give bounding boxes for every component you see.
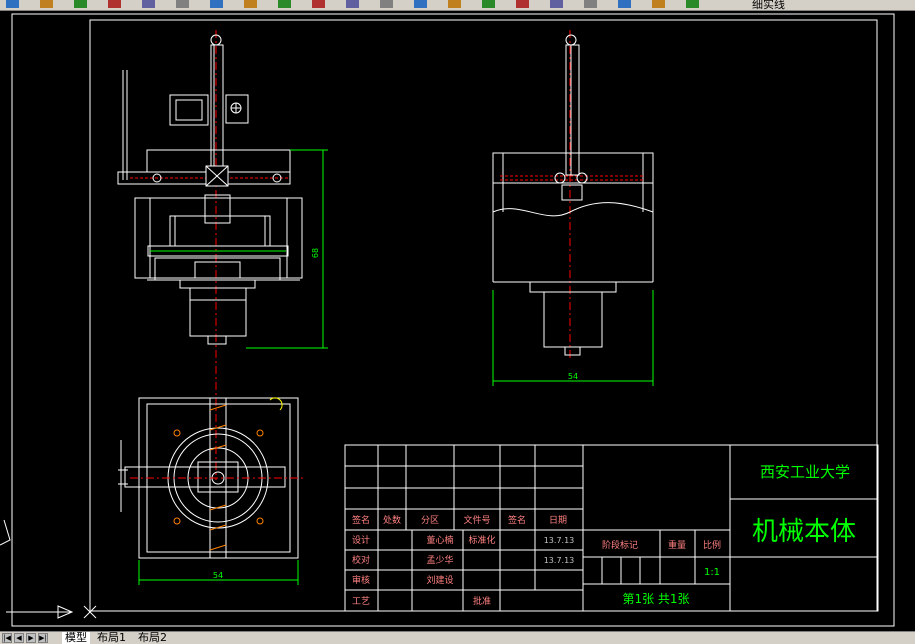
zoom-window-icon[interactable] (380, 0, 393, 8)
header-cell: 处数 (383, 514, 401, 526)
properties-icon[interactable] (448, 0, 461, 8)
next-tab-button[interactable]: ▶ (26, 633, 36, 643)
row-name: 刘建设 (426, 574, 453, 586)
tab-model[interactable]: 模型 (62, 632, 90, 644)
prev-tab-button[interactable]: ◀ (14, 633, 24, 643)
header-cell: 日期 (549, 515, 567, 526)
redo-icon[interactable] (278, 0, 291, 8)
design-center-icon[interactable] (482, 0, 495, 8)
cut-icon[interactable] (108, 0, 121, 8)
right-width-label: 54 (568, 372, 578, 381)
right-width-dimension: 54 (492, 290, 654, 386)
row-date: 13.7.13 (544, 556, 575, 565)
row-role: 工艺 (352, 596, 370, 607)
row-name: 孟少华 (426, 554, 453, 566)
scale-value: 1:1 (704, 567, 720, 578)
tool-palettes-icon[interactable] (516, 0, 529, 8)
header-cell: 分区 (421, 515, 439, 526)
zoom-previous-icon[interactable] (414, 0, 427, 8)
print-icon[interactable] (74, 0, 87, 8)
stage-label: 阶段标记 (602, 539, 638, 551)
part-name: 机械本体 (752, 517, 856, 547)
row-extra: 批准 (473, 595, 491, 607)
match-properties-icon[interactable] (210, 0, 223, 8)
tab-layout2[interactable]: 布局2 (138, 632, 167, 644)
row-name: 董心楠 (426, 534, 453, 546)
markup-icon[interactable] (550, 0, 563, 8)
ucs-icon (0, 519, 97, 619)
row-role: 设计 (352, 534, 370, 546)
title-block-text: 西安工业大学 机械本体 第1张 共1张 比例 1:1 重量 阶段标记 签名 处数 分… (352, 463, 856, 607)
first-tab-button[interactable]: |◀ (2, 633, 12, 643)
university-name: 西安工业大学 (760, 463, 850, 481)
sheet-info: 第1张 共1张 (622, 592, 689, 606)
drawing-canvas[interactable]: 68 54 54 西安工业大学 机械本体 第1张 共1张 比例 1:1 重量 阶… (0, 10, 915, 631)
bottom-width-label: 54 (213, 571, 223, 580)
row-role: 校对 (352, 554, 370, 566)
last-tab-button[interactable]: ▶| (38, 633, 48, 643)
layer-manager-icon[interactable] (652, 0, 665, 8)
undo-icon[interactable] (244, 0, 257, 8)
copy-icon[interactable] (142, 0, 155, 8)
open-icon[interactable] (6, 0, 19, 8)
help-icon[interactable] (618, 0, 631, 8)
tab-layout1[interactable]: 布局1 (97, 632, 126, 644)
side-view (492, 30, 654, 360)
paste-icon[interactable] (176, 0, 189, 8)
zoom-realtime-icon[interactable] (346, 0, 359, 8)
pan-icon[interactable] (312, 0, 325, 8)
row-role: 审核 (352, 574, 370, 586)
header-cell: 签名 (508, 514, 526, 526)
row-extra: 标准化 (468, 534, 495, 546)
save-icon[interactable] (40, 0, 53, 8)
header-cell: 文件号 (463, 514, 490, 526)
layout-tab-bar: |◀ ◀ ▶ ▶| 模型 布局1 布局2 (0, 631, 915, 644)
header-cell: 签名 (352, 514, 370, 526)
layer-state-icon[interactable] (686, 0, 699, 8)
scale-label: 比例 (703, 539, 721, 551)
height-dimension-label: 68 (311, 248, 320, 258)
weight-label: 重量 (668, 539, 686, 551)
bottom-width-dimension: 54 (138, 560, 299, 585)
row-date: 13.7.13 (544, 536, 575, 545)
calculator-icon[interactable] (584, 0, 597, 8)
